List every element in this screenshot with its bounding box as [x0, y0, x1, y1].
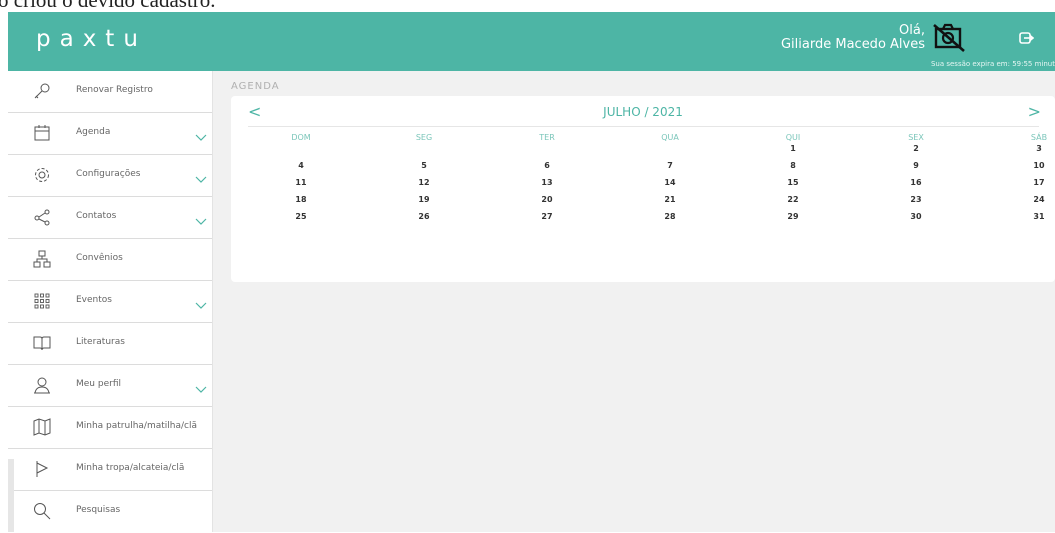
weekday-header: SEG [415, 133, 433, 142]
chevron-down-icon [195, 381, 207, 393]
calendar-day[interactable]: 19 [404, 195, 444, 204]
calendar-day[interactable]: 1 [773, 144, 813, 153]
sidebar-item-renovar-registro[interactable]: Renovar Registro [8, 71, 212, 113]
calendar-day[interactable]: 13 [527, 178, 567, 187]
calendar-day[interactable]: 26 [404, 212, 444, 221]
calendar-day[interactable]: 20 [527, 195, 567, 204]
user-name: Giliarde Macedo Alves [780, 37, 925, 52]
sidebar-item-minha-patrulha[interactable]: Minha patrulha/matilha/clã [8, 407, 212, 449]
calendar-day[interactable]: 16 [896, 178, 936, 187]
chevron-down-icon [195, 171, 207, 183]
map-icon [33, 418, 51, 436]
calendar-day[interactable]: 29 [773, 212, 813, 221]
main-content: AGENDA < JULHO / 2021 > DOM SEG TER QUA QUI S… [213, 71, 1055, 532]
calendar-day[interactable]: 21 [650, 195, 690, 204]
calendar-day[interactable]: 22 [773, 195, 813, 204]
calendar-divider [248, 126, 1039, 127]
calendar-day[interactable]: 2 [896, 144, 936, 153]
calendar-day[interactable]: 18 [281, 195, 321, 204]
weekday-header: TER [539, 133, 555, 142]
camera-off-icon[interactable] [930, 21, 970, 53]
sidebar-item-label: Literaturas [76, 337, 125, 347]
sidebar-item-label: Convênios [76, 253, 123, 263]
sidebar-item-configuracoes[interactable]: Configurações [8, 155, 212, 197]
calendar-day[interactable]: 24 [1019, 195, 1055, 204]
key-icon [33, 82, 51, 100]
sidebar-item-label: Minha patrulha/matilha/clã [76, 421, 197, 431]
user-icon [33, 376, 51, 394]
sidebar-item-label: Pesquisas [76, 505, 121, 515]
user-greeting: Olá, Giliarde Macedo Alves [781, 24, 925, 52]
gear-icon [33, 166, 51, 184]
calendar-day[interactable]: 5 [404, 161, 444, 170]
chevron-down-icon [195, 213, 207, 225]
calendar-day[interactable]: 6 [527, 161, 567, 170]
calendar-day[interactable]: 23 [896, 195, 936, 204]
calendar-icon [33, 124, 51, 142]
grid-icon [33, 292, 51, 310]
weekday-header: QUA [661, 133, 679, 142]
calendar-day[interactable]: 17 [1019, 178, 1055, 187]
sidebar-item-label: Renovar Registro [76, 85, 153, 95]
network-icon [33, 250, 51, 268]
sidebar-item-convenios[interactable]: Convênios [8, 239, 212, 281]
page-top-text: o criou o devido cadastro. [0, 0, 216, 12]
calendar-month-title: JULHO / 2021 [603, 105, 683, 119]
calendar-day[interactable]: 8 [773, 161, 813, 170]
calendar-day[interactable]: 12 [404, 178, 444, 187]
flag-icon [33, 460, 51, 478]
weekday-header: QUI [785, 133, 801, 142]
calendar-day[interactable]: 3 [1019, 144, 1055, 153]
sidebar-item-pesquisas[interactable]: Pesquisas [8, 491, 212, 533]
search-icon [33, 502, 51, 520]
sidebar-item-label: Configurações [76, 169, 141, 179]
weekday-header: SÁB [1030, 133, 1048, 142]
greeting-text: Olá, [899, 23, 925, 38]
calendar-day[interactable]: 27 [527, 212, 567, 221]
sidebar-item-agenda[interactable]: Agenda [8, 113, 212, 155]
calendar-day[interactable]: 28 [650, 212, 690, 221]
calendar-day[interactable]: 14 [650, 178, 690, 187]
breadcrumb: AGENDA [231, 81, 280, 92]
sidebar-item-contatos[interactable]: Contatos [8, 197, 212, 239]
calendar-day[interactable]: 11 [281, 178, 321, 187]
session-timer: Sua sessão expira em: 59:55 minut [930, 60, 1055, 68]
calendar-day[interactable]: 9 [896, 161, 936, 170]
sidebar-item-label: Eventos [76, 295, 112, 305]
calendar-day[interactable]: 4 [281, 161, 321, 170]
logout-icon[interactable] [1018, 30, 1035, 46]
sidebar-item-minha-tropa[interactable]: Minha tropa/alcateia/clã [8, 449, 212, 491]
sidebar-item-meu-perfil[interactable]: Meu perfil [8, 365, 212, 407]
app-logo[interactable]: paxtu [36, 26, 147, 52]
sidebar-item-label: Meu perfil [76, 379, 121, 389]
sidebar-item-label: Agenda [76, 127, 111, 137]
chevron-down-icon [195, 129, 207, 141]
calendar-day[interactable]: 15 [773, 178, 813, 187]
calendar-day[interactable]: 10 [1019, 161, 1055, 170]
book-icon [33, 334, 51, 352]
share-icon [33, 208, 51, 226]
sidebar-item-label: Contatos [76, 211, 117, 221]
calendar: < JULHO / 2021 > DOM SEG TER QUA QUI SEX SÁB 1 2… [231, 96, 1055, 282]
calendar-day[interactable]: 25 [281, 212, 321, 221]
calendar-next-button[interactable]: > [1028, 102, 1041, 121]
calendar-day[interactable]: 30 [896, 212, 936, 221]
weekday-header: DOM [291, 133, 311, 142]
calendar-day[interactable]: 7 [650, 161, 690, 170]
sidebar-item-eventos[interactable]: Eventos [8, 281, 212, 323]
app-header: paxtu Olá, Giliarde Macedo Alves Sua ses… [8, 12, 1055, 71]
sidebar-item-label: Minha tropa/alcateia/clã [76, 463, 185, 473]
weekday-header: SEX [908, 133, 924, 142]
sidebar-item-literaturas[interactable]: Literaturas [8, 323, 212, 365]
sidebar: Renovar Registro Agenda Configurações Co… [8, 71, 213, 532]
chevron-down-icon [195, 297, 207, 309]
calendar-day[interactable]: 31 [1019, 212, 1055, 221]
sidebar-scroll-indicator [8, 459, 14, 532]
